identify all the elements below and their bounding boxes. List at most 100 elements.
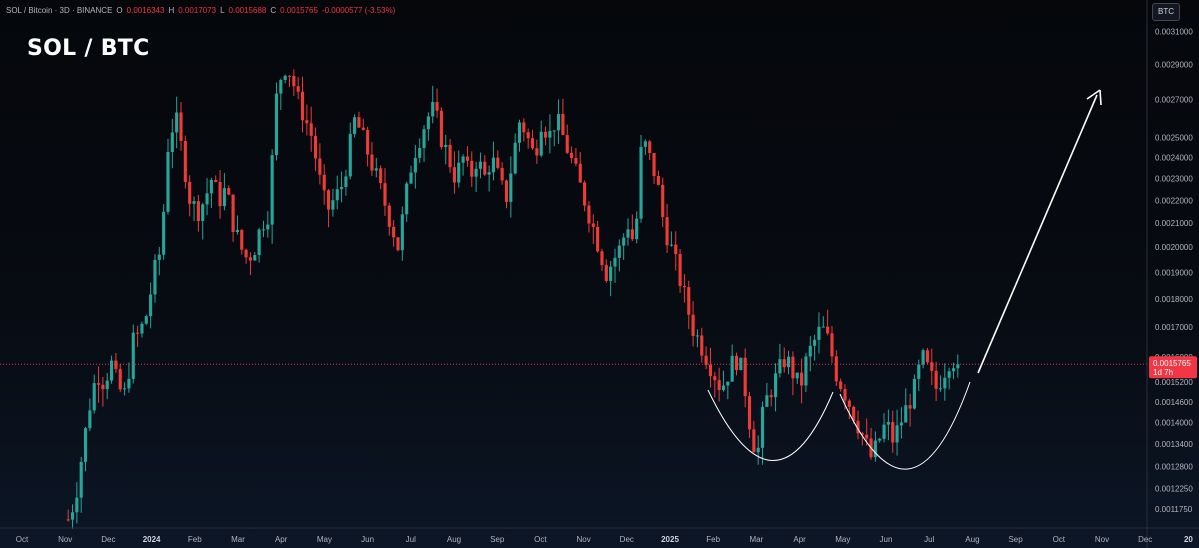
candle-body	[439, 110, 443, 148]
candle-body	[240, 229, 244, 250]
candle-body	[743, 357, 747, 397]
x-tick-label: Oct	[16, 535, 29, 544]
candle-body	[682, 285, 686, 288]
candle-body	[366, 129, 370, 155]
candle-body	[305, 120, 309, 124]
candle-body	[882, 424, 886, 439]
x-tick-label: Aug	[447, 535, 461, 544]
candle-body	[496, 157, 500, 168]
y-tick-label: 0.0023000	[1155, 174, 1193, 183]
candle-body	[335, 189, 339, 201]
candle-body	[526, 132, 530, 139]
x-tick-label: 2024	[143, 535, 161, 544]
candle-body	[79, 461, 83, 498]
candle-body	[500, 167, 504, 181]
candle-body	[101, 384, 105, 390]
candle-body	[270, 155, 274, 225]
candle-body	[283, 75, 287, 80]
x-tick-label: Dec	[620, 535, 634, 544]
candle-body	[704, 355, 708, 365]
candle-body	[136, 332, 140, 334]
x-tick-label: May	[835, 535, 850, 544]
candle-body	[348, 133, 352, 177]
candle-body	[201, 204, 205, 221]
candle-body	[778, 359, 782, 374]
candle-body	[570, 152, 574, 159]
candle-body	[661, 184, 665, 218]
candle-body	[938, 388, 943, 390]
candle-body	[413, 157, 417, 173]
candle-body	[418, 148, 422, 158]
y-axis: 0.0031000 0.0029000 0.0027000 0.0025000 0.00…	[1146, 0, 1193, 548]
candle-body	[925, 350, 930, 363]
candle-body	[826, 326, 830, 334]
candle-body	[127, 378, 131, 389]
candle-body	[583, 182, 587, 206]
y-tick-label: 0.0027000	[1155, 96, 1193, 105]
candle-body	[804, 356, 808, 386]
candle-body	[921, 350, 925, 365]
candle-body	[153, 259, 157, 295]
candle-body	[370, 154, 374, 171]
candle-body	[75, 497, 79, 513]
candle-body	[192, 201, 196, 204]
y-tick-label: 0.0024000	[1155, 154, 1193, 163]
candle-body	[574, 158, 578, 164]
candle-body	[726, 381, 730, 386]
candle-body	[904, 405, 908, 423]
candle-body	[96, 383, 101, 385]
candle-body	[617, 245, 621, 258]
y-tick-label: 0.0031000	[1155, 28, 1193, 37]
price-label-countdown: 1d 7h	[1153, 368, 1173, 377]
x-axis: Oct Nov Dec 2024 Feb Mar Apr May Jun Jul Aug Sep Oct…	[0, 527, 1199, 544]
candle-body	[387, 205, 391, 227]
candle-body	[530, 138, 535, 149]
candle-body	[114, 360, 118, 370]
candle-body	[70, 512, 75, 520]
candle-body	[865, 434, 869, 439]
price-chart[interactable]: 0.0031000 0.0029000 0.0027000 0.0025000 0.00…	[0, 0, 1199, 548]
candle-body	[613, 257, 617, 267]
candle-body	[326, 190, 331, 210]
candle-body	[296, 86, 300, 92]
candle-body	[474, 168, 478, 177]
candle-body	[800, 372, 804, 386]
candle-body	[561, 113, 565, 136]
candle-body	[465, 156, 470, 161]
candle-body	[626, 229, 630, 238]
candle-body	[205, 193, 209, 205]
up-arrow-shaft	[977, 94, 1098, 374]
x-tick-label: 2025	[661, 535, 679, 544]
candle-body	[756, 447, 760, 453]
candle-body	[313, 135, 318, 159]
candle-body	[930, 362, 934, 371]
candle-body	[609, 266, 613, 281]
x-tick-label: Nov	[1095, 535, 1109, 544]
candle-body	[83, 428, 88, 462]
candle-body	[791, 356, 795, 379]
candle-body	[817, 326, 821, 340]
candle-body	[695, 335, 700, 337]
candle-body	[622, 237, 626, 246]
candle-body	[162, 211, 166, 255]
candle-body	[630, 229, 634, 240]
candle-body	[665, 217, 669, 246]
candle-body	[708, 364, 713, 377]
candle-body	[543, 131, 548, 138]
candle-body	[808, 345, 812, 357]
y-tick-label: 0.0022000	[1155, 196, 1193, 205]
candle-body	[730, 355, 734, 382]
candle-body	[149, 294, 153, 317]
candle-body	[140, 323, 144, 334]
x-tick-label: Oct	[1053, 535, 1066, 544]
candle-body	[92, 383, 96, 411]
candle-body	[522, 122, 526, 133]
candle-body	[600, 251, 604, 266]
candle-body	[66, 519, 70, 521]
candle-body	[231, 194, 235, 233]
candle-body	[444, 144, 448, 148]
x-tick-label: Dec	[101, 535, 115, 544]
x-tick-label: May	[317, 535, 332, 544]
candle-body	[209, 179, 213, 194]
candle-body	[596, 226, 600, 252]
